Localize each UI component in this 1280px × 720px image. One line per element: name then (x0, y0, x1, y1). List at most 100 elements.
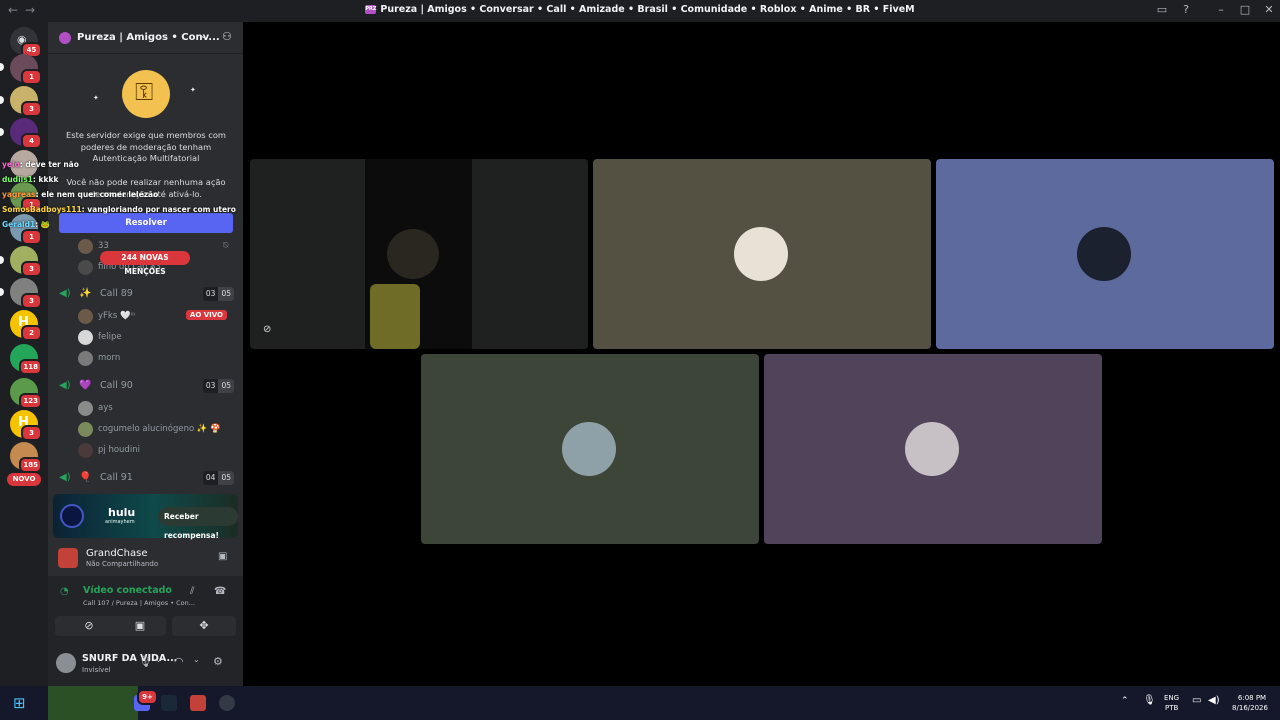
activities-button[interactable]: ✥ (172, 616, 236, 636)
voice-channel-call91[interactable]: ◀) 🎈 Call 91 04 05 (48, 470, 243, 488)
voice-user[interactable]: pj houdini (76, 442, 236, 460)
count-limit: 05 (218, 471, 234, 485)
share-screen-button[interactable]: ▣ (114, 616, 166, 636)
volume-icon[interactable]: ◀) (1208, 695, 1220, 706)
pinned-image (48, 686, 138, 720)
help-icon[interactable]: ? (1178, 3, 1194, 16)
avatar (562, 422, 616, 476)
server-icon[interactable]: 185 (10, 442, 42, 473)
voice-channel-call89[interactable]: ◀) ✨ Call 89 03 05 (48, 286, 243, 304)
game-title: GrandChase (86, 548, 148, 559)
server-icon[interactable]: H3 (10, 410, 42, 441)
server-icon[interactable]: 1 (10, 54, 42, 85)
channel-name: Call 91 (100, 472, 133, 483)
voice-user[interactable]: morn (76, 350, 236, 368)
deafened-icon: ⍉ (223, 241, 229, 251)
keyboard-layout[interactable]: PTB (1165, 704, 1178, 712)
discord-taskbar-icon[interactable]: 9+ (134, 689, 158, 711)
video-tile-user[interactable] (764, 354, 1102, 544)
server-icon[interactable]: ◉ 45 (10, 27, 42, 58)
app-taskbar-icon[interactable] (219, 695, 235, 711)
speaker-icon: ◀) (59, 472, 71, 483)
gear-icon[interactable]: ⚙ (213, 655, 223, 668)
voice-user[interactable]: ays (76, 400, 236, 418)
server-icon[interactable]: H2 (10, 310, 42, 341)
badge: 9+ (137, 689, 158, 705)
badge: 118 (19, 359, 42, 375)
server-icon[interactable]: 123 (10, 378, 42, 409)
camera-off-button[interactable]: ⊘ (55, 616, 123, 636)
maximize-icon[interactable]: □ (1237, 3, 1253, 16)
claim-reward-button[interactable]: Receber recompensa! (158, 507, 238, 540)
avatar (78, 443, 93, 458)
video-tile-user[interactable] (936, 159, 1274, 349)
voice-user[interactable]: felipe (76, 329, 236, 347)
server-icon[interactable]: 3 (10, 278, 42, 309)
channel-name: Call 89 (100, 288, 133, 299)
voice-user[interactable]: yFks 🤍ᵎᵎᵎ AO VIVO (76, 308, 236, 326)
user-count: 03 05 (202, 287, 234, 301)
avatar (1077, 227, 1131, 281)
user-name: ays (98, 403, 113, 413)
chevron-down-icon[interactable]: ⌄ (193, 655, 200, 664)
close-icon[interactable]: ✕ (1261, 3, 1277, 16)
game-taskbar-icon[interactable] (190, 695, 206, 711)
channel-sidebar: Pureza | Amigos • Conv... ⌄ ⚇ ⚿ ✦ ✦ Este… (48, 22, 243, 686)
microphone-icon[interactable]: 🎙 (1143, 695, 1156, 706)
screen-share-icon[interactable]: ▣ (218, 551, 227, 562)
voice-channel-call90[interactable]: ◀) 💜 Call 90 03 05 (48, 378, 243, 396)
chat-user: dudiis1 (2, 175, 33, 184)
new-mentions-badge[interactable]: 244 NOVAS MENÇÕES (100, 251, 190, 276)
headphones-icon[interactable]: ◠ (174, 655, 184, 668)
user-name: felipe (98, 332, 122, 342)
unread-pill (0, 288, 4, 296)
video-tile-user[interactable] (593, 159, 931, 349)
title-bar: ← → PRZ Pureza | Amigos • Conversar • Cal… (0, 0, 1280, 22)
noise-suppression-icon[interactable]: ⫽ (190, 586, 194, 597)
chat-text: : vangloriando por nascer com utero (81, 205, 236, 214)
chat-text: : 🐸 (35, 220, 51, 229)
chat-line: yagreas: ele nem quer comer lelezão (2, 190, 158, 199)
speaker-icon: ◀) (59, 288, 71, 299)
server-icon[interactable]: 118 (10, 344, 42, 375)
badge: 2 (21, 325, 42, 341)
server-icon[interactable]: 4 (10, 118, 42, 149)
quest-icon (60, 504, 84, 528)
game-status: Não Compartilhando (86, 560, 159, 568)
chevron-down-icon[interactable]: ⌄ (155, 655, 162, 664)
signal-icon[interactable]: ◔ (60, 586, 69, 597)
voice-channel-path[interactable]: Call 107 / Pureza | Amigos • Con... (83, 599, 195, 607)
network-icon[interactable]: ▭ (1192, 695, 1201, 706)
windows-start-icon[interactable]: ⊞ (13, 694, 26, 712)
user-name[interactable]: SNURF DA VIDA... (82, 653, 177, 664)
avatar (905, 422, 959, 476)
chat-text: : deve ter não (19, 160, 79, 169)
clock-date[interactable]: 8/16/2026 (1228, 704, 1272, 712)
video-tile-user[interactable] (421, 354, 759, 544)
user-panel: SNURF DA VIDA... Invisível 🎙 ⌄ ◠ ⌄ ⚙ (48, 646, 243, 686)
count-current: 04 (205, 473, 216, 482)
language-indicator[interactable]: ENG (1164, 694, 1179, 702)
clock-time[interactable]: 6:08 PM (1235, 694, 1269, 702)
minimize-icon[interactable]: – (1213, 3, 1229, 16)
server-header[interactable]: Pureza | Amigos • Conv... ⌄ ⚇ (48, 22, 243, 54)
user-count: 04 05 (202, 471, 234, 485)
server-icon[interactable]: 3 (10, 86, 42, 117)
chat-line: yelo: deve ter não (2, 160, 79, 169)
add-member-icon[interactable]: ⚇ (222, 30, 232, 43)
steam-taskbar-icon[interactable] (161, 695, 177, 711)
badge: 4 (21, 133, 42, 149)
channel-emoji: 🎈 (79, 472, 92, 483)
chevron-up-icon[interactable]: ⌃ (1121, 696, 1129, 706)
inbox-icon[interactable]: ▭ (1154, 3, 1170, 16)
server-icon[interactable]: 3 (10, 246, 42, 277)
microphone-icon[interactable]: 🎙 (138, 655, 152, 668)
count-current: 03 (205, 289, 216, 298)
avatar[interactable] (56, 653, 76, 673)
voice-user[interactable]: cogumelo alucinógeno ✨ 🍄 (76, 421, 236, 439)
video-tile-stream[interactable]: ⊘ (250, 159, 588, 349)
voice-status: Vídeo conectado (83, 585, 172, 596)
promo-banner: hulu animayhem Receber recompensa! (53, 494, 238, 540)
disconnect-icon[interactable]: ☎ (214, 586, 226, 597)
sparkle-icon: ✦ (93, 94, 99, 102)
